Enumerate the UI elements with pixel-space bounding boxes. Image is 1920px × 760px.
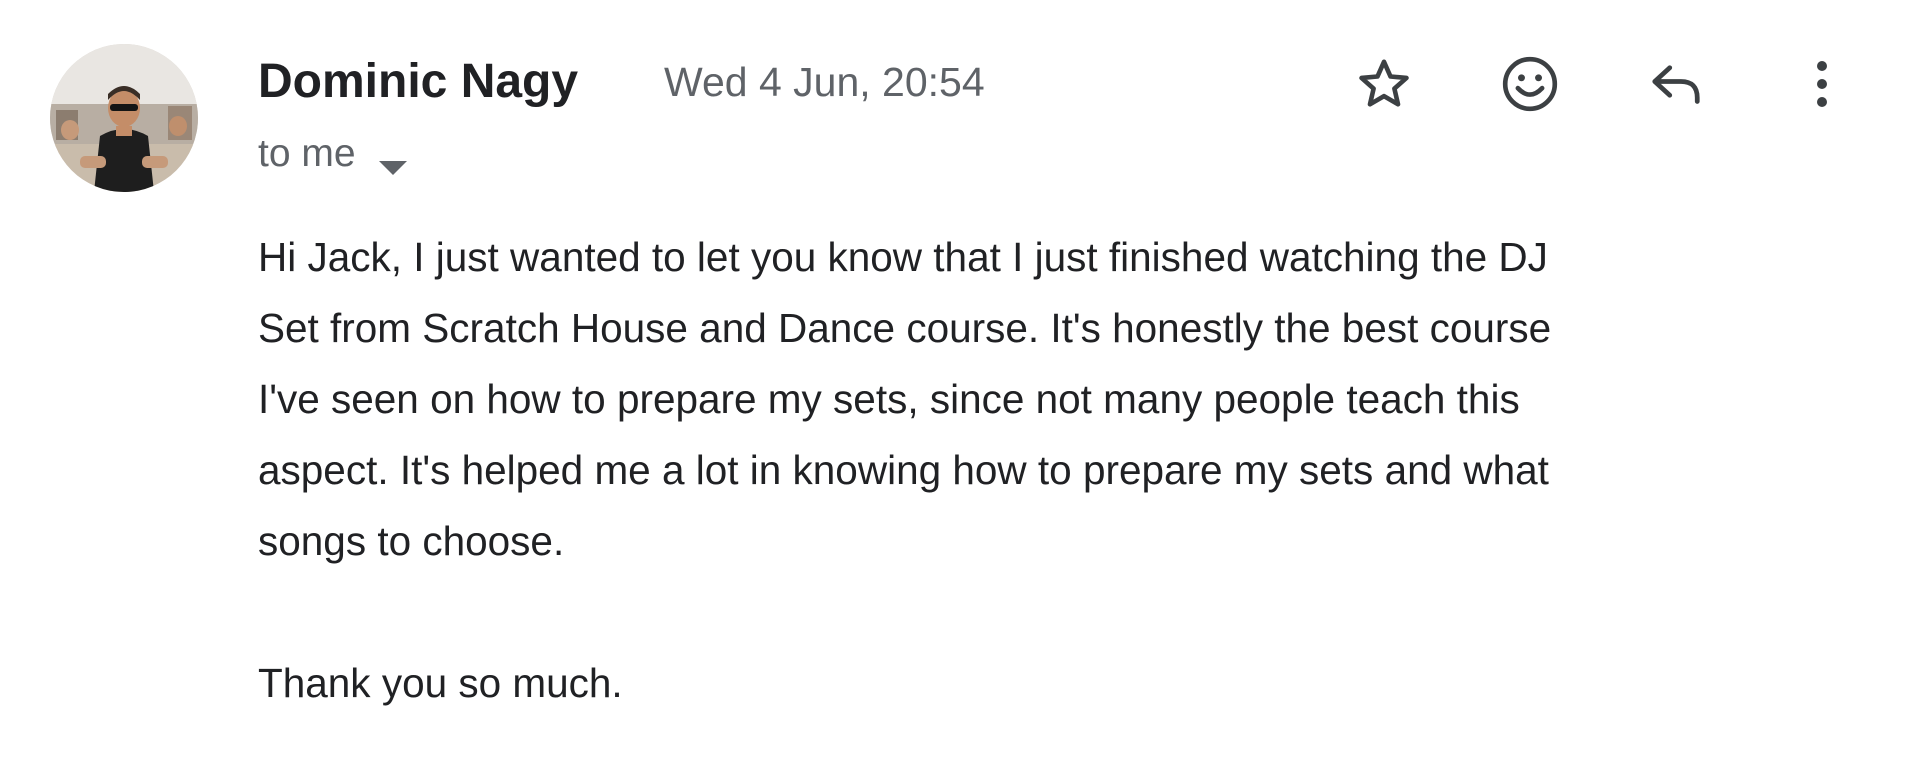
sender-name[interactable]: Dominic Nagy xyxy=(258,50,578,114)
chevron-down-icon xyxy=(376,144,410,175)
avatar-photo xyxy=(50,44,198,192)
body-line: I've seen on how to prepare my sets, sin… xyxy=(258,376,1520,422)
body-line: songs to choose. xyxy=(258,518,565,564)
message-date: Wed 4 Jun, 20:54 xyxy=(664,59,985,105)
body-line: aspect. It's helped me a lot in knowing … xyxy=(258,447,1549,493)
smiley-icon xyxy=(1502,56,1558,112)
body-line: Hi Jack, I just wanted to let you know t… xyxy=(258,234,1548,280)
reply-button[interactable] xyxy=(1642,50,1710,118)
message-body: Hi Jack, I just wanted to let you know t… xyxy=(258,222,1798,719)
sender-avatar[interactable] xyxy=(50,44,198,192)
recipient-details-toggle[interactable]: to me xyxy=(258,126,410,182)
body-line: Set from Scratch House and Dance course.… xyxy=(258,305,1552,351)
recipient-label: to me xyxy=(258,132,356,175)
add-reaction-button[interactable] xyxy=(1496,50,1564,118)
star-button[interactable] xyxy=(1350,50,1418,118)
message-signoff: Thank you so much. xyxy=(258,660,623,706)
more-vertical-icon xyxy=(1817,61,1827,107)
reply-arrow-icon xyxy=(1652,65,1700,104)
more-options-button[interactable] xyxy=(1788,50,1856,118)
star-outline-icon xyxy=(1359,59,1409,107)
